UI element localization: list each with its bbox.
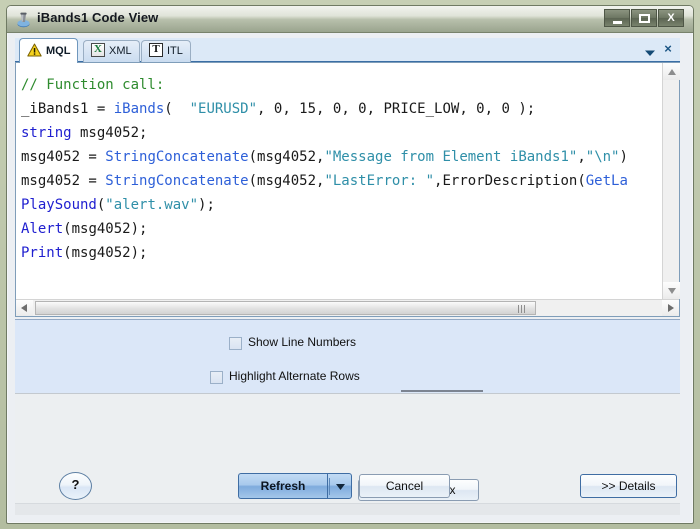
code-token: Print bbox=[21, 245, 64, 261]
title-bar[interactable]: iBands1 Code View X bbox=[7, 6, 693, 33]
code-token: ) bbox=[619, 149, 628, 165]
code-token: "LastError: " bbox=[324, 173, 435, 189]
code-token: StringConcatenate bbox=[105, 149, 249, 165]
code-token: GetLa bbox=[585, 173, 628, 189]
application-window: iBands1 Code View X MQL X XML T ITL × //… bbox=[0, 0, 700, 529]
minimize-icon bbox=[613, 21, 622, 24]
cancel-button[interactable]: Cancel bbox=[359, 474, 450, 498]
code-token: ); bbox=[198, 197, 215, 213]
code-token: msg4052 = bbox=[21, 149, 106, 165]
tab-xml[interactable]: X XML bbox=[83, 40, 140, 62]
code-token: (msg4052); bbox=[63, 245, 148, 261]
scroll-down-button[interactable] bbox=[663, 282, 680, 299]
status-strip bbox=[15, 503, 680, 515]
window-client-area: iBands1 Code View X MQL X XML T ITL × //… bbox=[6, 5, 694, 524]
code-token: msg4052; bbox=[71, 125, 148, 141]
horizontal-scrollbar[interactable] bbox=[16, 299, 679, 316]
code-token: Alert bbox=[21, 221, 64, 237]
tab-mql-label: MQL bbox=[46, 45, 71, 57]
horizontal-scroll-thumb[interactable] bbox=[35, 301, 536, 315]
code-token: ( bbox=[164, 101, 190, 117]
help-label: ? bbox=[71, 477, 80, 492]
warning-triangle-icon bbox=[27, 42, 42, 57]
help-button[interactable]: ? bbox=[59, 472, 92, 500]
code-token: (msg4052, bbox=[248, 149, 325, 165]
window-title: iBands1 Code View bbox=[37, 10, 159, 25]
text-document-icon: T bbox=[149, 43, 163, 57]
code-token: "EURUSD" bbox=[189, 101, 258, 117]
code-token: // Function call: bbox=[21, 77, 165, 93]
code-content: // Function call: _iBands1 = iBands( "EU… bbox=[21, 73, 628, 265]
code-token: StringConcatenate bbox=[105, 173, 249, 189]
refresh-split-button: Refresh bbox=[238, 473, 352, 499]
highlight-alternate-rows-label: Highlight Alternate Rows bbox=[229, 369, 360, 383]
code-token: "alert.wav" bbox=[105, 197, 199, 213]
code-token: "Message from Element iBands1" bbox=[324, 149, 578, 165]
vertical-scrollbar[interactable] bbox=[662, 63, 680, 299]
code-editor-pane: // Function call: _iBands1 = iBands( "EU… bbox=[15, 62, 680, 317]
close-button[interactable]: X bbox=[658, 9, 684, 27]
code-token: (msg4052, bbox=[248, 173, 325, 189]
code-token: , 0, 15, 0, 0, PRICE_LOW, 0, 0 ); bbox=[257, 101, 536, 117]
tab-mql[interactable]: MQL bbox=[19, 38, 79, 63]
refresh-label: Refresh bbox=[260, 479, 306, 493]
close-icon: X bbox=[667, 12, 675, 24]
maximize-button[interactable] bbox=[631, 9, 657, 27]
xml-document-icon: X bbox=[91, 43, 105, 57]
code-token: "\n" bbox=[585, 149, 620, 165]
maximize-icon bbox=[639, 14, 650, 23]
scroll-left-button[interactable] bbox=[16, 300, 33, 316]
code-token: , bbox=[577, 149, 586, 165]
show-line-numbers-checkbox[interactable] bbox=[229, 337, 242, 350]
chevron-down-icon bbox=[336, 484, 345, 490]
cancel-label: Cancel bbox=[385, 479, 424, 493]
code-token: msg4052 = bbox=[21, 173, 106, 189]
scroll-right-button[interactable] bbox=[662, 300, 679, 316]
details-label: >> Details bbox=[601, 479, 656, 493]
refresh-button[interactable]: Refresh bbox=[238, 473, 327, 499]
tab-itl-label: ITL bbox=[167, 45, 183, 57]
app-icon bbox=[15, 11, 32, 28]
separator bbox=[329, 478, 330, 495]
code-token: string bbox=[21, 125, 72, 141]
scroll-grip-icon bbox=[518, 305, 526, 313]
refresh-dropdown-button[interactable] bbox=[327, 473, 352, 499]
tab-close-icon[interactable]: × bbox=[661, 41, 675, 57]
tab-xml-label: XML bbox=[109, 45, 132, 57]
minimize-button[interactable] bbox=[604, 9, 630, 27]
tab-itl[interactable]: T ITL bbox=[141, 40, 191, 62]
chevron-down-icon[interactable] bbox=[644, 45, 656, 56]
code-token: ,ErrorDescription( bbox=[434, 173, 586, 189]
highlight-alternate-rows-checkbox[interactable] bbox=[210, 371, 223, 384]
tab-bar: MQL X XML T ITL × bbox=[15, 38, 680, 63]
show-line-numbers-label: Show Line Numbers bbox=[248, 335, 357, 349]
splitter-grip-icon bbox=[401, 390, 483, 392]
details-button[interactable]: >> Details bbox=[580, 474, 677, 498]
code-token: (msg4052); bbox=[63, 221, 148, 237]
code-token: iBands bbox=[113, 101, 165, 117]
code-token: _iBands1 = bbox=[21, 101, 114, 117]
code-token: PlaySound bbox=[21, 197, 97, 213]
scroll-up-button[interactable] bbox=[663, 63, 680, 80]
code-text-area[interactable]: // Function call: _iBands1 = iBands( "EU… bbox=[16, 63, 660, 299]
